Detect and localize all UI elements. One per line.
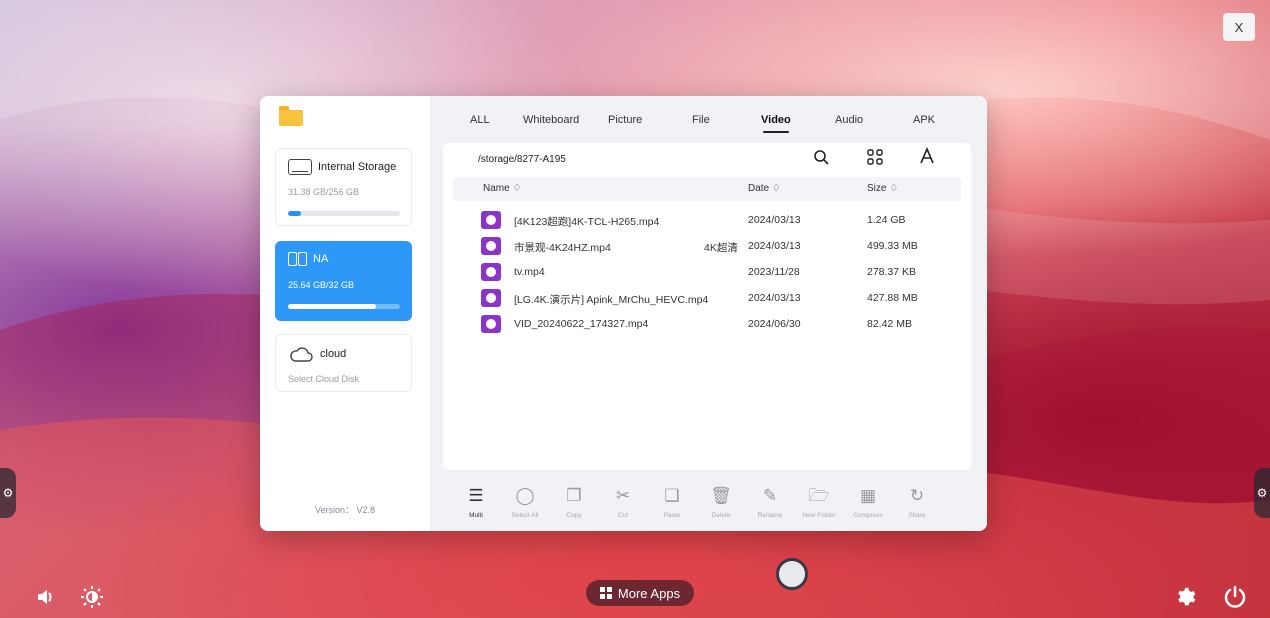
- storage-progress-bar: [288, 304, 400, 309]
- tab-audio[interactable]: Audio: [835, 114, 863, 126]
- file-size: 499.33 MB: [867, 240, 918, 252]
- copy-button[interactable]: ❐ Copy: [549, 486, 599, 519]
- video-file-icon: [481, 263, 501, 281]
- tab-all[interactable]: ALL: [470, 114, 490, 126]
- copy-icon: ❐: [566, 486, 582, 505]
- multi-select-button[interactable]: ☰ Multi: [451, 486, 501, 519]
- file-date: 2024/03/13: [748, 214, 801, 226]
- file-row[interactable]: 市景观-4K24HZ.mp4 4K超清 2024/03/13 499.33 MB: [481, 235, 961, 257]
- checklist-icon: ☰: [468, 486, 484, 505]
- folder-app-icon: [279, 106, 303, 126]
- file-size: 278.37 KB: [867, 266, 917, 278]
- home-button[interactable]: [776, 558, 808, 590]
- share-icon: ↻: [909, 486, 925, 505]
- tab-picture[interactable]: Picture: [608, 114, 642, 126]
- storage-usage: 25.64 GB/32 GB: [288, 280, 355, 290]
- file-date: 2024/03/13: [748, 240, 801, 252]
- file-date: 2024/03/13: [748, 292, 801, 304]
- storage-usb-na[interactable]: NA 25.64 GB/32 GB: [275, 241, 412, 321]
- tab-apk[interactable]: APK: [913, 114, 935, 126]
- truncated-name-overlap: 4K超清: [704, 242, 738, 254]
- storage-progress-fill: [288, 211, 302, 216]
- paste-icon: ❏: [664, 486, 680, 505]
- file-size: 1.24 GB: [867, 214, 906, 226]
- hard-drive-icon: [288, 159, 312, 175]
- new-folder-button[interactable]: 🗁 New Folder: [794, 486, 844, 519]
- video-file-icon: [481, 237, 501, 255]
- video-file-icon: [481, 315, 501, 333]
- storage-progress-fill: [288, 304, 377, 309]
- file-name: tv.mp4: [514, 266, 545, 278]
- apps-grid-icon: [599, 587, 612, 599]
- volume-icon[interactable]: [36, 587, 56, 611]
- file-size: 82.42 MB: [867, 318, 912, 330]
- file-list-panel: /storage/8277-A195 Name ♢ Date ♢ Size ♢: [443, 143, 971, 470]
- storage-cloud[interactable]: cloud Select Cloud Disk: [275, 334, 412, 392]
- desktop-wallpaper: X ⚙ ⚙ More Apps Internal Storage 31.38 G…: [0, 0, 1270, 618]
- file-name: [LG.4K.演示片] Apink_MrChu_HEVC.mp4: [514, 294, 709, 306]
- video-file-icon: [481, 211, 501, 229]
- grid-view-icon[interactable]: [867, 149, 883, 170]
- version-label: Version： V2.8: [314, 505, 376, 515]
- storage-usage: 31.38 GB/256 GB: [288, 187, 360, 197]
- file-date: 2024/06/30: [748, 318, 801, 330]
- paste-button[interactable]: ❏ Paste: [647, 486, 697, 519]
- delete-button[interactable]: 🗑 Delete: [696, 486, 746, 519]
- file-name: [4K123超跑]4K-TCL-H265.mp4: [514, 216, 660, 228]
- storage-label: NA: [313, 253, 329, 265]
- storage-sidebar: Internal Storage 31.38 GB/256 GB NA 25.6…: [260, 96, 430, 531]
- new-folder-icon: 🗁: [808, 486, 830, 505]
- tab-file[interactable]: File: [692, 114, 710, 126]
- usb-drive-icon: [288, 252, 307, 266]
- category-tabs: ALL Whiteboard Picture File Video Audio …: [430, 96, 987, 140]
- edit-icon: ✎: [762, 486, 778, 505]
- tab-whiteboard[interactable]: Whiteboard: [523, 114, 579, 126]
- cloud-icon: [290, 347, 313, 362]
- check-circle-icon: ◯: [515, 486, 535, 505]
- file-row[interactable]: [4K123超跑]4K-TCL-H265.mp4 2024/03/13 1.24…: [481, 209, 961, 231]
- date-column-header[interactable]: Date ♢: [748, 183, 781, 194]
- file-date: 2023/11/28: [748, 266, 800, 278]
- tab-video[interactable]: Video: [761, 114, 791, 133]
- cloud-hint: Select Cloud Disk: [288, 374, 360, 384]
- more-apps-label: More Apps: [617, 585, 681, 601]
- gear-icon: ⚙: [1256, 486, 1268, 500]
- file-manager-window: Internal Storage 31.38 GB/256 GB NA 25.6…: [260, 96, 987, 531]
- rename-button[interactable]: ✎ Rename: [745, 486, 795, 519]
- storage-label: Internal Storage: [318, 161, 397, 173]
- font-size-icon[interactable]: [919, 146, 935, 170]
- current-path: /storage/8277-A195: [478, 154, 566, 165]
- file-name: 市景观-4K24HZ.mp4: [514, 242, 611, 254]
- column-header: Name ♢ Date ♢ Size ♢: [453, 177, 961, 201]
- brightness-icon[interactable]: [80, 585, 104, 613]
- share-button[interactable]: ↻ Share: [892, 486, 942, 519]
- file-row[interactable]: VID_20240622_174327.mp4 2024/06/30 82.42…: [481, 313, 961, 335]
- select-all-button[interactable]: ◯ Select All: [500, 486, 550, 519]
- archive-icon: ▦: [859, 486, 877, 505]
- more-apps-button[interactable]: More Apps: [586, 580, 694, 606]
- scissors-icon: ✂: [615, 486, 631, 505]
- storage-label: cloud: [320, 348, 347, 360]
- left-edge-handle[interactable]: ⚙: [0, 468, 16, 518]
- cut-button[interactable]: ✂ Cut: [598, 486, 648, 519]
- power-icon[interactable]: [1223, 585, 1247, 613]
- name-column-header[interactable]: Name ♢: [483, 183, 521, 194]
- file-row[interactable]: tv.mp4 2023/11/28 278.37 KB: [481, 261, 961, 283]
- search-icon[interactable]: [813, 149, 829, 170]
- video-file-icon: [481, 289, 501, 307]
- action-toolbar: ☰ Multi ◯ Select All ❐ Copy ✂ Cut ❏ Past…: [430, 476, 987, 531]
- file-size: 427.88 MB: [867, 292, 918, 304]
- trash-icon: 🗑: [710, 486, 732, 505]
- storage-internal[interactable]: Internal Storage 31.38 GB/256 GB: [275, 148, 412, 226]
- size-column-header[interactable]: Size ♢: [867, 183, 898, 194]
- file-pane: ALL Whiteboard Picture File Video Audio …: [430, 96, 987, 531]
- file-row[interactable]: [LG.4K.演示片] Apink_MrChu_HEVC.mp4 2024/03…: [481, 287, 961, 309]
- close-button[interactable]: X: [1223, 13, 1255, 41]
- compress-button[interactable]: ▦ Compress: [843, 486, 893, 519]
- settings-gear-icon[interactable]: [1174, 586, 1196, 612]
- storage-progress-bar: [288, 211, 400, 216]
- file-name: VID_20240622_174327.mp4: [514, 318, 649, 330]
- right-edge-handle[interactable]: ⚙: [1254, 468, 1270, 518]
- gear-icon: ⚙: [2, 486, 14, 500]
